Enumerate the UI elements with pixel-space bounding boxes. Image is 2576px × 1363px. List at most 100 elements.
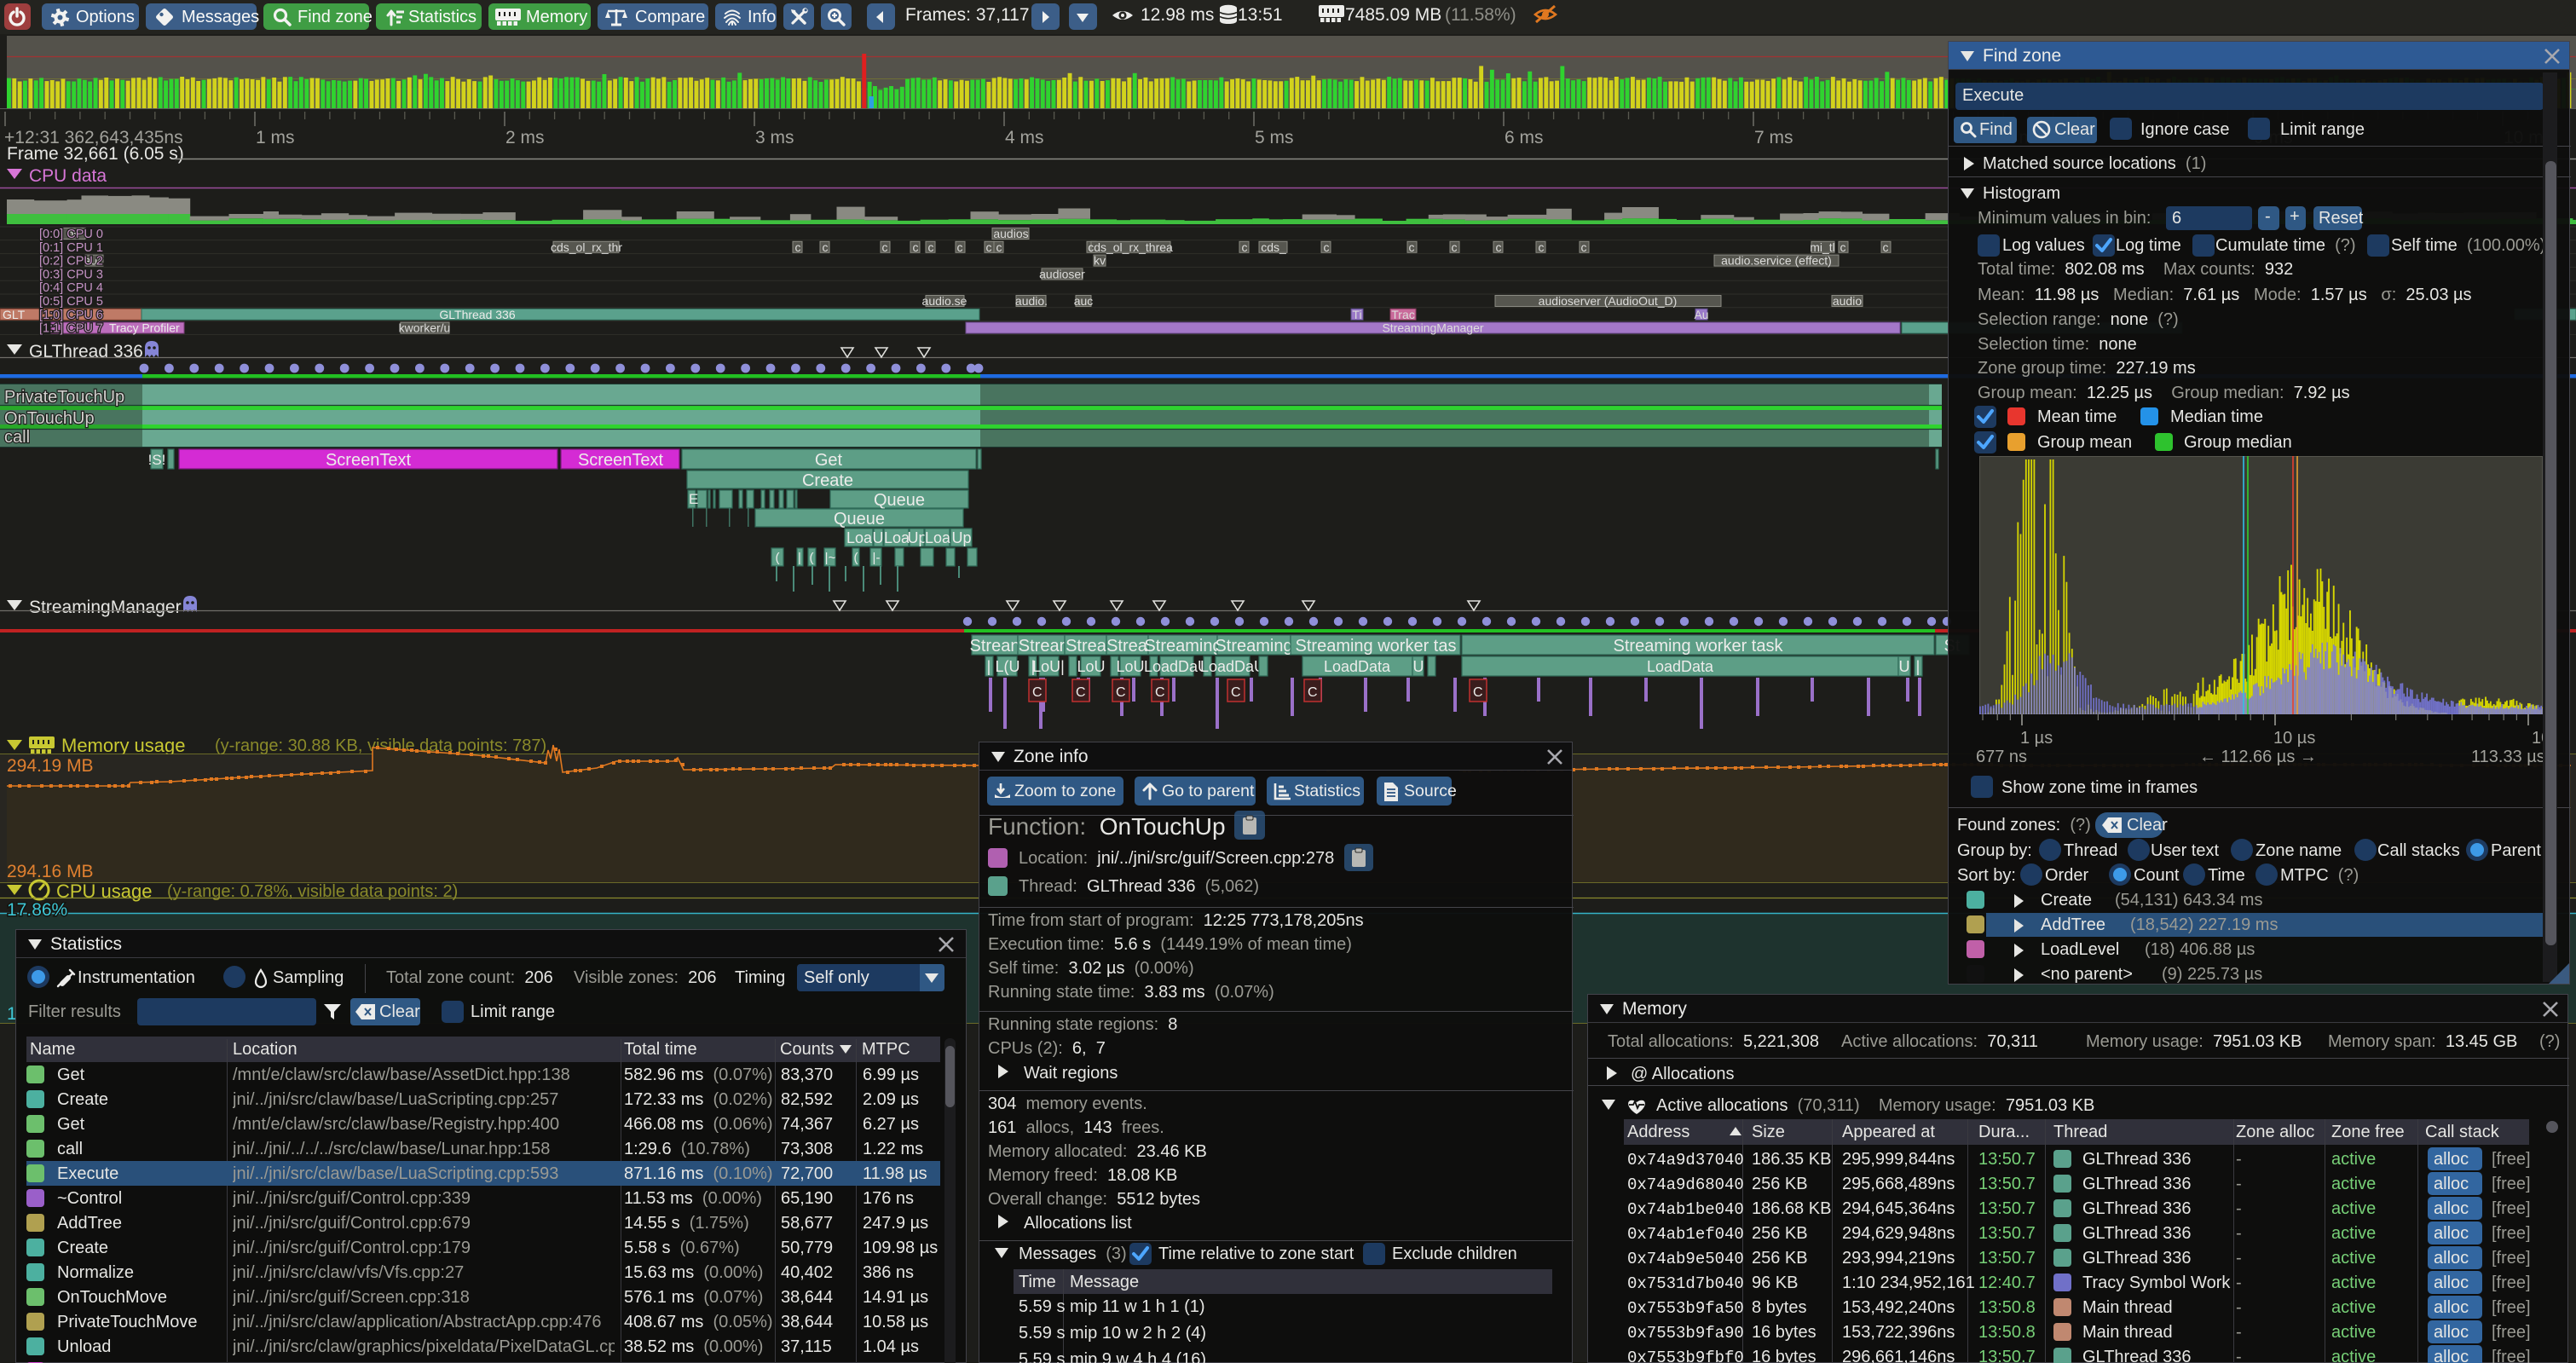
svg-text:(: ( — [776, 551, 780, 565]
svg-text:Loa: Loa — [925, 529, 951, 546]
svg-text:6 ms: 6 ms — [1505, 128, 1544, 147]
svg-text:(: ( — [854, 551, 858, 565]
svg-text:c: c — [795, 240, 801, 254]
svg-text:StreamingManager: StreamingManager — [1382, 321, 1483, 335]
svg-text:LoU: LoU — [1116, 658, 1144, 675]
svg-text:c: c — [986, 240, 992, 254]
svg-text:c: c — [1409, 240, 1415, 254]
svg-text:Strean: Strean — [970, 637, 1020, 656]
svg-text:Streaming worker task: Streaming worker task — [1614, 637, 1784, 656]
svg-text:c: c — [882, 240, 888, 254]
svg-text:7 ms: 7 ms — [1754, 128, 1793, 147]
svg-text:cds_ol_rx_thr: cds_ol_rx_thr — [551, 240, 622, 254]
svg-text:C: C — [1076, 685, 1086, 700]
svg-text:kv: kv — [1094, 254, 1106, 268]
svg-text:2 ms: 2 ms — [505, 128, 545, 147]
svg-text:LoadDaU: LoadDaU — [1200, 658, 1265, 675]
svg-text:Get: Get — [815, 451, 843, 470]
svg-text:cds_ol_rx_threa: cds_ol_rx_threa — [1088, 240, 1173, 254]
svg-text:c: c — [1496, 240, 1502, 254]
svg-text:3 ms: 3 ms — [755, 128, 794, 147]
svg-text:c: c — [823, 240, 829, 254]
svg-text:[0:0] CPU 0: [0:0] CPU 0 — [39, 228, 103, 241]
svg-text:|: | — [1916, 658, 1920, 675]
svg-text:Queue: Queue — [834, 510, 885, 528]
svg-text:PrivateTouchUp: PrivateTouchUp — [4, 388, 124, 407]
svg-text:audioserver (AudioOut_D): audioserver (AudioOut_D) — [1539, 294, 1678, 308]
svg-text:17.86%: 17.86% — [7, 900, 67, 920]
svg-text:5 ms: 5 ms — [1255, 128, 1294, 147]
svg-text:Ti: Ti — [1352, 308, 1361, 321]
svg-text:C: C — [1155, 685, 1165, 700]
svg-text:auc: auc — [1074, 294, 1094, 308]
svg-text:kworker/u: kworker/u — [399, 321, 451, 335]
svg-text:cds_: cds_ — [1261, 240, 1286, 254]
svg-text:C: C — [1116, 685, 1126, 700]
svg-text:U: U — [1899, 658, 1910, 675]
svg-text:LoadData: LoadData — [1324, 658, 1391, 675]
svg-text:C: C — [1231, 685, 1241, 700]
svg-text:GLThread 336: GLThread 336 — [29, 342, 143, 361]
svg-text:Memory usage: Memory usage — [61, 735, 186, 756]
svg-text:CPU usage: CPU usage — [56, 881, 153, 902]
svg-text:CPU data: CPU data — [29, 166, 107, 186]
svg-text:|: | — [798, 551, 801, 565]
svg-text:!S!: !S! — [148, 452, 166, 468]
svg-text:Queue: Queue — [874, 491, 925, 510]
svg-text:c: c — [957, 240, 963, 254]
svg-text:GLT: GLT — [3, 308, 26, 321]
svg-text:Tracy Profiler: Tracy Profiler — [109, 321, 180, 335]
svg-text:(: ( — [810, 551, 814, 565]
svg-text:Streaming worker tas: Streaming worker tas — [1296, 637, 1457, 656]
svg-text:4 ms: 4 ms — [1005, 128, 1044, 147]
svg-text:c: c — [1539, 240, 1545, 254]
svg-text:[0:4] CPU 4: [0:4] CPU 4 — [39, 281, 103, 295]
svg-text:LoadData: LoadData — [1647, 658, 1714, 675]
svg-text:audio.se: audio.se — [922, 294, 967, 308]
svg-text:[1:0] CPU 6: [1:0] CPU 6 — [39, 309, 103, 322]
svg-text:294.16 MB: 294.16 MB — [7, 862, 94, 881]
svg-text:StreamingManager: StreamingManager — [29, 598, 182, 617]
svg-text:c: c — [996, 240, 1002, 254]
svg-text:Loa: Loa — [846, 529, 873, 546]
svg-text:Frame 32,661 (6.05 s): Frame 32,661 (6.05 s) — [7, 144, 184, 164]
svg-text:C: C — [1032, 685, 1043, 700]
svg-text:U: U — [1413, 658, 1424, 675]
svg-text:audio: audio — [1833, 294, 1862, 308]
svg-text:Strear: Strear — [1019, 637, 1066, 656]
svg-text:c: c — [1452, 240, 1458, 254]
svg-text:Streaming: Streaming — [1215, 637, 1292, 656]
svg-text:Up: Up — [951, 529, 971, 546]
svg-text:Streaming: Streaming — [1144, 637, 1222, 656]
svg-text:Trac: Trac — [1391, 308, 1414, 321]
svg-text:c: c — [1242, 240, 1248, 254]
svg-text:c: c — [1581, 240, 1587, 254]
svg-text:[0:3] CPU 3: [0:3] CPU 3 — [39, 268, 103, 281]
svg-text:E: E — [689, 491, 698, 507]
svg-text:c: c — [1840, 240, 1846, 254]
svg-text:Create: Create — [802, 471, 853, 490]
svg-text:|-: |- — [873, 551, 881, 565]
svg-text:audioser: audioser — [1039, 267, 1085, 280]
svg-text:ScreenText: ScreenText — [326, 451, 411, 470]
svg-text:c: c — [1324, 240, 1330, 254]
svg-text:call: call — [4, 428, 30, 447]
svg-text:c: c — [928, 240, 934, 254]
svg-text:c: c — [1883, 240, 1889, 254]
svg-text:[0:1] CPU 1: [0:1] CPU 1 — [39, 241, 103, 255]
svg-text:[0:5] CPU 5: [0:5] CPU 5 — [39, 295, 103, 309]
svg-text:ScreenText: ScreenText — [578, 451, 663, 470]
svg-text:[0:2] CPU 2: [0:2] CPU 2 — [39, 255, 103, 269]
svg-text:LoU: LoU — [1077, 658, 1105, 675]
svg-text:C: C — [1473, 685, 1483, 700]
svg-text:Loa: Loa — [884, 529, 910, 546]
svg-text:|~: |~ — [825, 551, 836, 565]
svg-text:294.19 MB: 294.19 MB — [7, 756, 94, 776]
svg-text:[1:1] CPU 7: [1:1] CPU 7 — [39, 322, 103, 336]
svg-text:Au: Au — [1694, 308, 1708, 321]
svg-text:Strea: Strea — [1106, 637, 1148, 656]
svg-text:L(U: L(U — [995, 658, 1019, 675]
svg-text:|: | — [987, 658, 991, 675]
svg-text:LoU|: LoU| — [1032, 658, 1065, 675]
svg-text:c: c — [913, 240, 919, 254]
